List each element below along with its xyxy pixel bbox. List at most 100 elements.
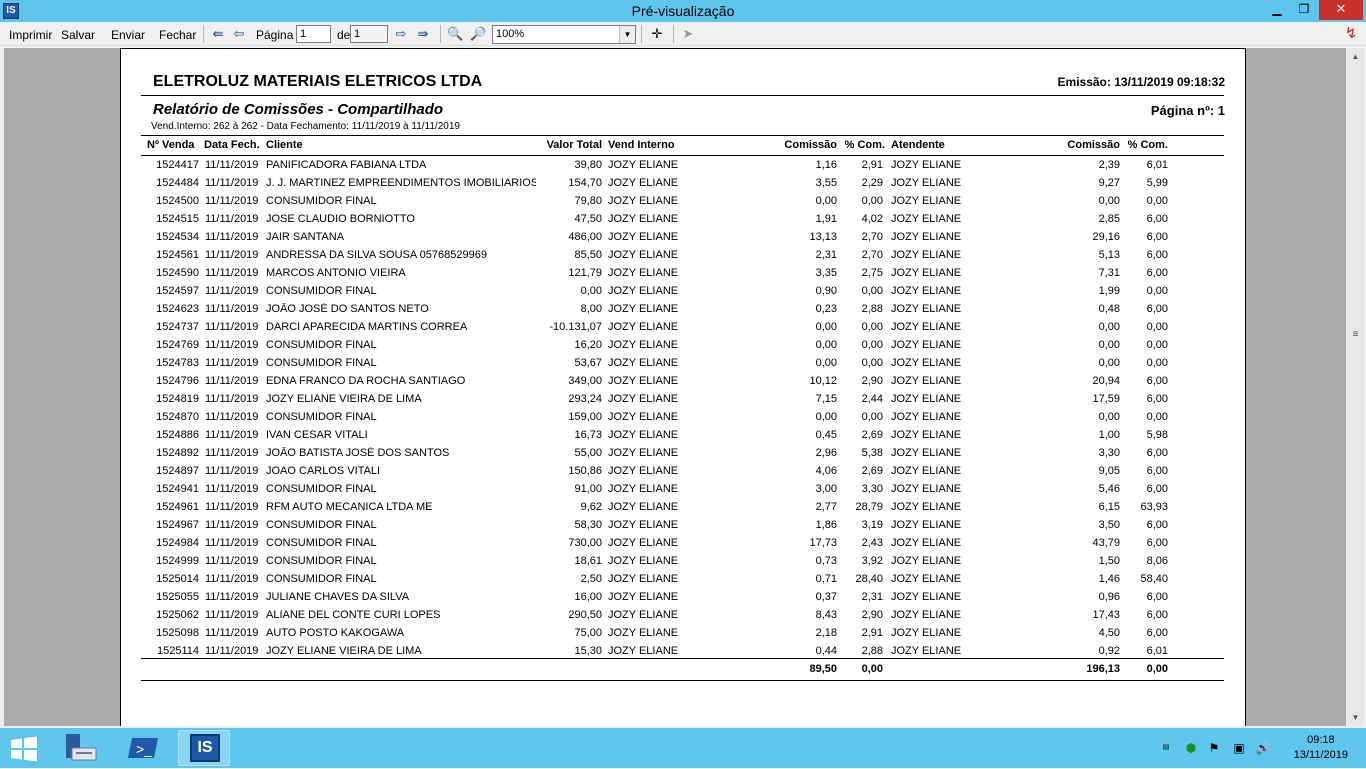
keyboard-layout-icon[interactable]: ▤ (1158, 740, 1174, 756)
total-comissao-atendente: 196,13 (1086, 663, 1120, 675)
row-comissao-atendente: 0,00 (1098, 321, 1120, 333)
save-button[interactable]: Salvar (61, 28, 95, 42)
next-page-icon[interactable]: ⇨ (393, 26, 409, 42)
row-cliente: CONSUMIDOR FINAL (266, 555, 377, 567)
taskbar-clock[interactable]: 09:18 13/11/2019 (1294, 733, 1348, 763)
zoom-in-icon[interactable]: 🔎 (470, 26, 486, 42)
row-cliente: MARCOS ANTONIO VIEIRA (266, 267, 406, 279)
taskbar-app-is[interactable]: IS (178, 730, 230, 766)
row-comissao-atendente: 43,79 (1092, 537, 1120, 549)
col-comissao: Comissão (784, 139, 837, 151)
row-comissao-atendente: 0,00 (1098, 339, 1120, 351)
row-comissao-atendente: 0,92 (1098, 645, 1120, 657)
chevron-down-icon[interactable]: ▼ (619, 26, 635, 43)
clock-date: 13/11/2019 (1293, 749, 1348, 761)
row-pct-com: 2,31 (861, 591, 883, 603)
row-valor-total: 486,00 (568, 231, 602, 243)
row-pct-com: 0,00 (861, 195, 883, 207)
table-row: 1524561 11/11/2019 ANDRESSA DA SILVA SOUSA… (121, 246, 1247, 264)
col-vend-interno: Vend Interno (608, 139, 675, 151)
row-pct-com: 0,00 (861, 339, 883, 351)
row-num-venda: 1524892 (156, 447, 199, 459)
volume-icon[interactable]: 🔊 (1255, 740, 1271, 756)
row-cliente: CONSUMIDOR FINAL (266, 285, 377, 297)
row-vend-interno: JOZY ELIANE (608, 177, 679, 189)
window-title: Pré-visualização (631, 3, 735, 19)
row-cliente: JULIANE CHAVES DA SILVA (266, 591, 410, 603)
start-windows-icon[interactable] (10, 736, 38, 762)
row-valor-total: 91,00 (574, 483, 602, 495)
print-button[interactable]: Imprimir (9, 28, 52, 42)
fit-page-icon[interactable]: ✛ (649, 26, 665, 42)
scroll-thumb-grip[interactable]: ≡ (1347, 326, 1364, 343)
prev-page-icon[interactable]: ⇦ (231, 26, 247, 42)
table-row: 1524534 11/11/2019 JAIR SANTANA 486,00 JOZY … (121, 228, 1247, 246)
row-cliente: CONSUMIDOR FINAL (266, 339, 377, 351)
maximize-button[interactable]: ❐ (1291, 0, 1317, 20)
row-vend-interno: JOZY ELIANE (608, 447, 679, 459)
zoom-out-icon[interactable]: 🔍 (447, 26, 463, 42)
row-pct-com: 2,91 (861, 159, 883, 171)
row-atendente: JOZY ELIANE (891, 159, 962, 171)
zoom-select[interactable]: 100% ▼ (492, 25, 636, 44)
row-comissao-atendente: 0,48 (1098, 303, 1120, 315)
powershell-icon[interactable]: >_ (118, 730, 170, 766)
row-comissao: 2,18 (815, 627, 837, 639)
row-vend-interno: JOZY ELIANE (608, 609, 679, 621)
network-green-icon[interactable]: ⬢ (1183, 740, 1199, 756)
row-data-fech: 11/11/2019 (205, 555, 259, 567)
table-row: 1524515 11/11/2019 JOSE CLAUDIO BORNIOTTO 4… (121, 210, 1247, 228)
report-filter: Vend.Interno: 262 à 262 - Data Fechament… (151, 121, 460, 132)
row-num-venda: 1524515 (156, 213, 199, 225)
row-comissao: 0,45 (815, 429, 837, 441)
close-report-button[interactable]: Fechar (159, 28, 196, 42)
row-pct-com-atendente: 0,00 (1146, 321, 1168, 333)
row-comissao-atendente: 0,00 (1098, 411, 1120, 423)
row-atendente: JOZY ELIANE (891, 519, 962, 531)
scroll-down-icon[interactable]: ▼ (1347, 709, 1364, 726)
vertical-scrollbar[interactable]: ▲ ≡ ▼ (1347, 48, 1364, 726)
row-atendente: JOZY ELIANE (891, 177, 962, 189)
row-atendente: JOZY ELIANE (891, 249, 962, 261)
server-manager-icon[interactable] (56, 730, 108, 766)
row-pct-com-atendente: 5,99 (1146, 177, 1168, 189)
row-data-fech: 11/11/2019 (205, 195, 259, 207)
row-vend-interno: JOZY ELIANE (608, 267, 679, 279)
row-pct-com: 2,69 (861, 465, 883, 477)
first-page-icon[interactable]: ⇚ (210, 26, 226, 42)
minimize-button[interactable]: ▁ (1264, 0, 1290, 20)
table-row: 1525062 11/11/2019 ALIANE DEL CONTE CURI L… (121, 606, 1247, 624)
row-pct-com: 0,00 (861, 357, 883, 369)
row-comissao: 2,31 (815, 249, 837, 261)
row-data-fech: 11/11/2019 (205, 501, 259, 513)
row-num-venda: 1524999 (156, 555, 199, 567)
send-button[interactable]: Enviar (111, 28, 145, 42)
row-pct-com-atendente: 6,01 (1146, 645, 1168, 657)
row-comissao: 0,37 (815, 591, 837, 603)
flag-icon[interactable]: ⚑ (1206, 740, 1222, 756)
row-vend-interno: JOZY ELIANE (608, 537, 679, 549)
row-cliente: ANDRESSA DA SILVA SOUSA 05768529969 (266, 249, 487, 261)
row-pct-com: 2,90 (861, 375, 883, 387)
row-comissao: 0,00 (815, 411, 837, 423)
row-vend-interno: JOZY ELIANE (608, 249, 679, 261)
row-num-venda: 1524961 (156, 501, 199, 513)
row-data-fech: 11/11/2019 (205, 429, 259, 441)
network-icon[interactable]: ▣ (1231, 740, 1247, 756)
row-valor-total: 16,20 (574, 339, 602, 351)
close-button[interactable]: ✕ (1319, 0, 1363, 20)
pointer-icon[interactable]: ➤ (680, 26, 696, 42)
row-comissao-atendente: 1,00 (1098, 429, 1120, 441)
row-vend-interno: JOZY ELIANE (608, 321, 679, 333)
row-data-fech: 11/11/2019 (205, 393, 259, 405)
row-cliente: RFM AUTO MECANICA LTDA ME (266, 501, 433, 513)
last-page-icon[interactable]: ⇛ (415, 26, 431, 42)
row-valor-total: 150,86 (568, 465, 602, 477)
row-cliente: JOAO CARLOS VITALI (266, 465, 381, 477)
scroll-up-icon[interactable]: ▲ (1347, 48, 1364, 65)
row-comissao-atendente: 5,13 (1098, 249, 1120, 261)
row-vend-interno: JOZY ELIANE (608, 393, 679, 405)
row-data-fech: 11/11/2019 (205, 375, 259, 387)
row-atendente: JOZY ELIANE (891, 213, 962, 225)
page-input[interactable]: 1 (296, 25, 331, 43)
